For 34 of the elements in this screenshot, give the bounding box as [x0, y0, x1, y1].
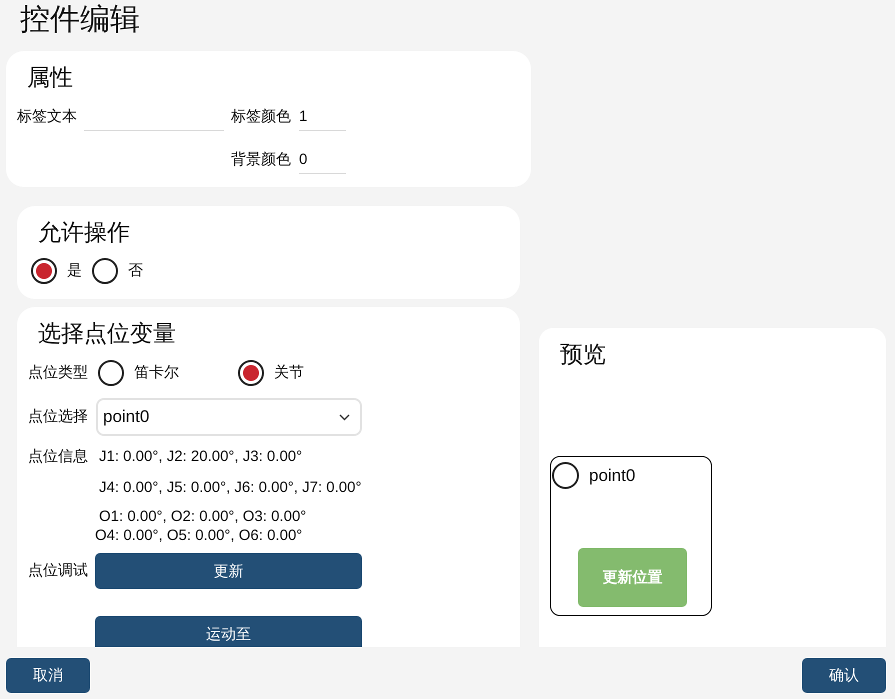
radio-label[interactable]: point0	[589, 462, 636, 489]
section-title: 预览	[560, 340, 606, 369]
radio-label[interactable]: 关节	[274, 360, 304, 386]
radio-button[interactable]	[98, 360, 124, 386]
radio-label[interactable]: 否	[128, 258, 143, 284]
field-label: 点位信息	[28, 447, 89, 467]
point-info-text: J4: 0.00°, J5: 0.00°, J6: 0.00°, J7: 0.00°	[98, 478, 362, 498]
field-label: 点位选择	[28, 407, 89, 427]
radio-button[interactable]	[238, 360, 264, 386]
field-label: 标签颜色	[231, 107, 291, 127]
point-dropdown[interactable]: point0	[96, 398, 362, 436]
section-title: 允许操作	[38, 218, 130, 247]
field-label: 标签文本	[17, 107, 77, 127]
radio-button[interactable]	[552, 462, 579, 489]
radio-label[interactable]: 是	[67, 258, 82, 284]
action-button[interactable]: 更新	[95, 553, 362, 589]
field-label: 点位调试	[28, 561, 89, 581]
input-field[interactable]: 0	[299, 146, 346, 174]
footer-button[interactable]: 取消	[6, 658, 90, 693]
field-label: 背景颜色	[231, 150, 291, 170]
radio-button[interactable]	[92, 258, 118, 284]
action-button[interactable]: 运动至	[95, 616, 362, 647]
input-field[interactable]: 1	[299, 103, 346, 131]
point-info-text: O1: 0.00°, O2: 0.00°, O3: 0.00°	[98, 507, 308, 526]
chevron-down-icon	[339, 414, 350, 420]
footer-button[interactable]: 确认	[802, 658, 886, 693]
section-title: 选择点位变量	[38, 319, 176, 348]
section-title: 属性	[27, 63, 73, 92]
radio-button[interactable]	[31, 258, 57, 284]
page-title: 控件编辑	[19, 2, 140, 38]
radio-label[interactable]: 笛卡尔	[134, 360, 179, 386]
field-label: 点位类型	[28, 363, 89, 383]
point-info-text: J1: 0.00°, J2: 20.00°, J3: 0.00°	[98, 447, 304, 467]
point-info-text: O4: 0.00°, O5: 0.00°, O6: 0.00°	[95, 526, 304, 545]
